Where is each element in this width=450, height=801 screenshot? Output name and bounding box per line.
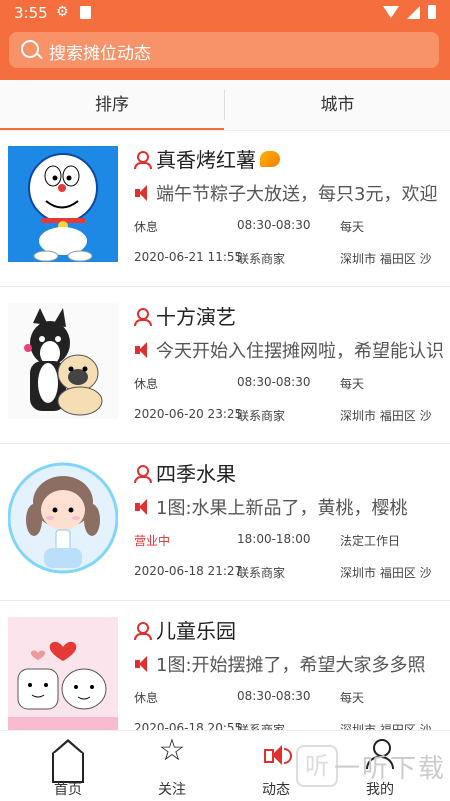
item-location: 深圳市 福田区 沙 [340,252,432,266]
contact-merchant-link[interactable]: 联系商家 [237,721,285,730]
list-item[interactable]: 儿童乐园 1图:开始摆摊了，希望大家多多照 休息 08:30-08:30 每天 … [0,601,450,730]
item-location: 深圳市 福田区 沙 [340,409,432,423]
item-title-row: 儿童乐园 [134,615,236,644]
item-status: 营业中 [134,534,171,548]
search-input[interactable]: 搜索摊位动态 [9,32,439,68]
list-item[interactable]: 真香烤红薯 端午节粽子大放送，每只3元，欢迎 休息 08:30-08:30 每天… [0,130,450,287]
speaker-icon [134,499,152,515]
user-icon [134,150,152,169]
tab-sort[interactable]: 排序 [0,80,224,130]
sd-card-icon [80,6,91,19]
item-title-row: 十方演艺 [134,301,236,330]
item-notice-row: 1图:水果上新品了，黄桃，樱桃 [134,494,408,520]
home-icon [52,739,84,753]
item-hours: 18:00-18:00 [237,532,311,546]
signal-icon [407,5,420,19]
item-title: 十方演艺 [156,305,236,329]
search-placeholder: 搜索摊位动态 [49,44,151,64]
thumbnail-cartoon-hearts [8,617,118,730]
contact-merchant-link[interactable]: 联系商家 [237,407,285,424]
item-date: 2020-06-18 21:27 [134,564,243,578]
item-date: 2020-06-20 23:25 [134,407,243,421]
user-icon [134,307,152,326]
nav-follow-label: 关注 [158,782,186,798]
item-title: 四季水果 [156,462,236,486]
nav-home[interactable]: 首页 [12,731,124,801]
thumbnail-dogs [8,303,118,419]
user-icon [134,621,152,640]
item-status: 休息 [134,691,159,705]
speaker-icon [134,656,152,672]
speaker-icon [134,185,152,201]
user-icon [134,464,152,483]
speaker-icon [262,743,292,767]
contact-merchant-link[interactable]: 联系商家 [237,250,285,267]
watermark-text: 一听下载 [333,754,446,784]
speaker-icon [134,342,152,358]
item-status: 休息 [134,220,159,234]
item-location: 深圳市 福田区 沙 [340,566,432,580]
item-hours: 08:30-08:30 [237,375,311,389]
item-location: 深圳市 福田区 沙 [340,723,432,730]
status-bar: 3:55 ⚙ [0,0,450,26]
item-notice: 端午节粽子大放送，每只3元，欢迎 [156,184,438,205]
stall-list: 真香烤红薯 端午节粽子大放送，每只3元，欢迎 休息 08:30-08:30 每天… [0,130,450,730]
item-title: 真香烤红薯 [156,148,256,172]
item-notice: 1图:水果上新品了，黄桃，樱桃 [156,498,408,519]
list-item[interactable]: 四季水果 1图:水果上新品了，黄桃，樱桃 营业中 18:00-18:00 法定工… [0,444,450,601]
item-days: 每天 [340,691,365,705]
item-date: 2020-06-21 11:55 [134,250,243,264]
item-title-row: 真香烤红薯 [134,144,280,173]
system-icons [383,5,436,19]
tab-city[interactable]: 城市 [225,80,450,130]
item-notice-row: 1图:开始摆摊了，希望大家多多照 [134,651,426,677]
star-icon: ☆ [158,733,186,768]
hot-badge-icon [260,150,280,167]
header: 搜索摊位动态 [0,26,450,80]
item-days: 每天 [340,377,365,391]
item-status: 休息 [134,377,159,391]
thumbnail-doraemon [8,146,118,262]
tab-bar: 排序 城市 [0,80,450,131]
contact-merchant-link[interactable]: 联系商家 [237,564,285,581]
watermark-logo: 听 [296,745,338,787]
item-notice: 今天开始入住摆摊网啦，希望能认识 [156,341,444,362]
nav-follow[interactable]: ☆ 关注 [116,731,228,801]
item-notice-row: 今天开始入住摆摊网啦，希望能认识 [134,337,444,363]
item-days: 法定工作日 [340,534,401,548]
battery-icon [428,5,436,19]
wifi-icon [383,6,399,18]
item-notice: 1图:开始摆摊了，希望大家多多照 [156,655,426,676]
item-title-row: 四季水果 [134,458,236,487]
item-notice-row: 端午节粽子大放送，每只3元，欢迎 [134,180,437,206]
status-time: 3:55 [14,4,48,22]
item-title: 儿童乐园 [156,619,236,643]
nav-home-label: 首页 [54,782,82,798]
item-days: 每天 [340,220,365,234]
item-hours: 08:30-08:30 [237,218,311,232]
thumbnail-girl [8,460,118,576]
item-date: 2020-06-18 20:55 [134,721,243,730]
search-icon [21,40,39,58]
list-item[interactable]: 十方演艺 今天开始入住摆摊网啦，希望能认识 休息 08:30-08:30 每天 … [0,287,450,444]
item-hours: 08:30-08:30 [237,689,311,703]
gear-icon: ⚙ [56,4,69,20]
